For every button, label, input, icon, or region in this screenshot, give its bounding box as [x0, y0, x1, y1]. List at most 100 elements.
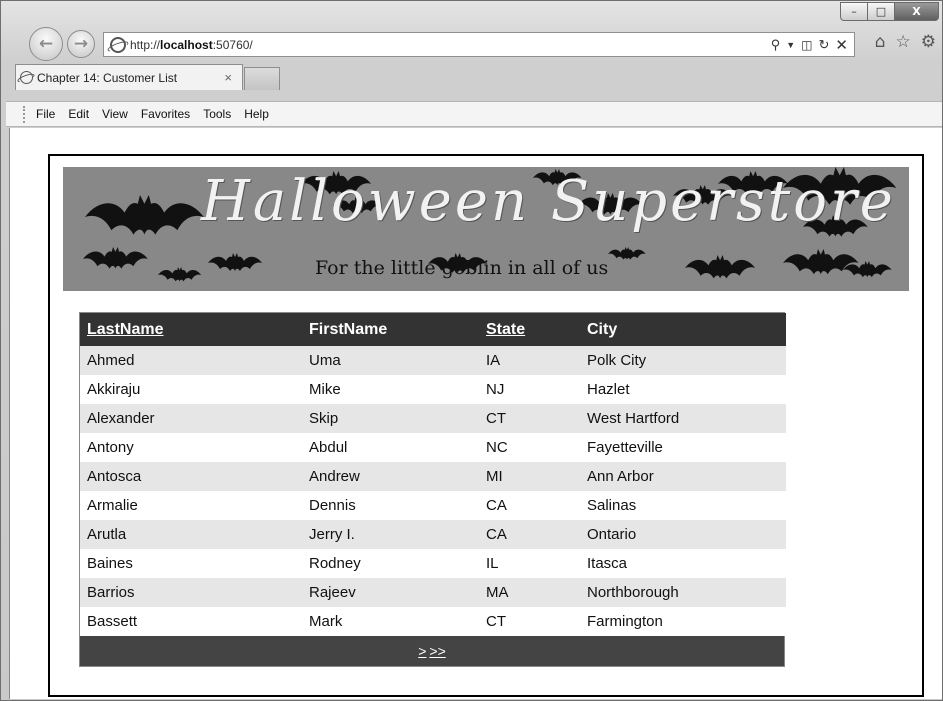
banner-title: Halloween Superstore	[201, 169, 896, 234]
table-row: Arutla Jerry I. CA Ontario	[80, 520, 786, 549]
cell-city: Polk City	[580, 346, 786, 375]
table-row: Armalie Dennis CA Salinas	[80, 491, 786, 520]
tab-row: Chapter 14: Customer List ×	[15, 64, 942, 90]
customer-grid: LastName FirstName State City Ahmed Uma …	[79, 312, 786, 667]
ie-page-icon	[110, 36, 126, 53]
cell-state: NC	[479, 433, 580, 462]
menu-view[interactable]: View	[102, 107, 128, 121]
cell-firstname: Uma	[302, 346, 479, 375]
cell-state: CT	[479, 607, 580, 636]
tools-gear-icon[interactable]: ⚙	[921, 32, 936, 52]
cell-firstname: Abdul	[302, 433, 479, 462]
compatibility-view-icon[interactable]: ◫	[801, 38, 812, 52]
page-container: Halloween Superstore For the little gobl…	[48, 154, 924, 697]
bat-icon	[843, 261, 892, 278]
cell-lastname: Alexander	[80, 404, 302, 433]
search-icon[interactable]: ⚲	[771, 37, 781, 53]
cell-lastname: Ahmed	[80, 346, 302, 375]
back-button[interactable]: ←	[29, 27, 63, 61]
bat-icon	[83, 247, 148, 269]
cell-firstname: Mark	[302, 607, 479, 636]
bat-icon	[608, 247, 646, 260]
cell-city: Salinas	[580, 491, 786, 520]
cell-firstname: Dennis	[302, 491, 479, 520]
cell-city: Farmington	[580, 607, 786, 636]
menu-file[interactable]: File	[36, 107, 55, 121]
cell-lastname: Armalie	[80, 491, 302, 520]
header-firstname: FirstName	[302, 313, 479, 346]
table-header-row: LastName FirstName State City	[80, 313, 786, 346]
header-state[interactable]: State	[479, 313, 580, 346]
cell-firstname: Jerry I.	[302, 520, 479, 549]
tab-customer-list[interactable]: Chapter 14: Customer List ×	[15, 64, 243, 90]
cell-lastname: Arutla	[80, 520, 302, 549]
bat-icon	[158, 267, 202, 282]
pager-next-link[interactable]: >	[418, 643, 426, 659]
pager-last-link[interactable]: >>	[429, 643, 445, 659]
cell-lastname: Antony	[80, 433, 302, 462]
cell-lastname: Baines	[80, 549, 302, 578]
bat-icon	[783, 249, 859, 275]
table-row: Alexander Skip CT West Hartford	[80, 404, 786, 433]
menu-tools[interactable]: Tools	[203, 107, 231, 121]
favorites-star-icon[interactable]: ☆	[896, 32, 911, 52]
cell-city: Ontario	[580, 520, 786, 549]
stop-icon[interactable]: ✕	[835, 36, 848, 54]
cell-state: IA	[479, 346, 580, 375]
menu-help[interactable]: Help	[244, 107, 269, 121]
table-row: Baines Rodney IL Itasca	[80, 549, 786, 578]
browser-window: – □ X ← → http://localhost:50760/ ⚲ ▼ ◫ …	[0, 0, 943, 701]
address-tools: ⚲ ▼ ◫ ↻ ✕	[771, 36, 854, 54]
table-row: Antosca Andrew MI Ann Arbor	[80, 462, 786, 491]
maximize-button[interactable]: □	[867, 2, 895, 21]
bat-icon	[685, 255, 756, 279]
close-button[interactable]: X	[894, 2, 939, 21]
refresh-icon[interactable]: ↻	[819, 37, 830, 53]
menu-edit[interactable]: Edit	[68, 107, 89, 121]
cell-state: CT	[479, 404, 580, 433]
bat-icon	[85, 195, 204, 235]
cell-state: IL	[479, 549, 580, 578]
dropdown-icon[interactable]: ▼	[786, 40, 795, 50]
menu-favorites[interactable]: Favorites	[141, 107, 190, 121]
back-arrow-icon: ←	[38, 34, 54, 54]
cell-lastname: Akkiraju	[80, 375, 302, 404]
halloween-banner: Halloween Superstore For the little gobl…	[63, 167, 909, 291]
menu-bar: File Edit View Favorites Tools Help	[6, 101, 942, 127]
cell-firstname: Andrew	[302, 462, 479, 491]
tab-close-icon[interactable]: ×	[224, 70, 232, 85]
cell-lastname: Antosca	[80, 462, 302, 491]
home-icon[interactable]: ⌂	[875, 32, 886, 52]
banner-subtitle: For the little goblin in all of us	[315, 257, 609, 279]
bat-icon	[208, 253, 262, 271]
cell-firstname: Mike	[302, 375, 479, 404]
cell-firstname: Skip	[302, 404, 479, 433]
cell-lastname: Bassett	[80, 607, 302, 636]
caption-buttons: – □ X	[840, 2, 939, 21]
page-viewport: Halloween Superstore For the little gobl…	[9, 128, 942, 699]
table-row: Bassett Mark CT Farmington	[80, 607, 786, 636]
cell-state: MA	[479, 578, 580, 607]
browser-toolbar-icons: ⌂ ☆ ⚙	[875, 32, 936, 52]
cell-city: West Hartford	[580, 404, 786, 433]
table-row: Barrios Rajeev MA Northborough	[80, 578, 786, 607]
menu-grip	[23, 106, 26, 123]
cell-city: Northborough	[580, 578, 786, 607]
cell-state: CA	[479, 520, 580, 549]
cell-city: Hazlet	[580, 375, 786, 404]
url-text: http://localhost:50760/	[130, 37, 253, 52]
cell-firstname: Rodney	[302, 549, 479, 578]
cell-state: CA	[479, 491, 580, 520]
cell-state: NJ	[479, 375, 580, 404]
cell-city: Fayetteville	[580, 433, 786, 462]
cell-state: MI	[479, 462, 580, 491]
cell-city: Itasca	[580, 549, 786, 578]
new-tab-button[interactable]	[244, 67, 280, 90]
header-lastname[interactable]: LastName	[80, 313, 302, 346]
address-bar[interactable]: http://localhost:50760/ ⚲ ▼ ◫ ↻ ✕	[103, 32, 855, 57]
tab-title: Chapter 14: Customer List	[37, 70, 178, 85]
minimize-button[interactable]: –	[840, 2, 868, 21]
table-row: Akkiraju Mike NJ Hazlet	[80, 375, 786, 404]
navigation-row: ← → http://localhost:50760/ ⚲ ▼ ◫ ↻ ✕ ⌂ …	[7, 27, 942, 61]
forward-button[interactable]: →	[67, 30, 95, 58]
